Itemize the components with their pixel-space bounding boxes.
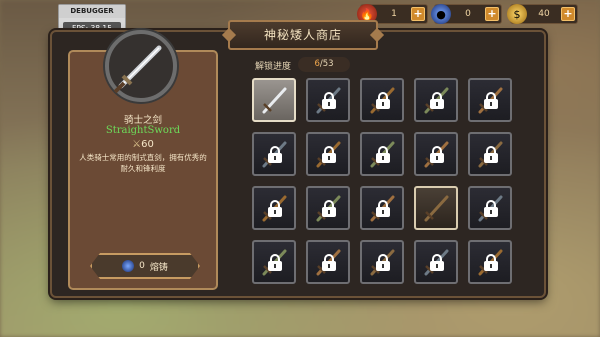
attack-value: 60: [141, 139, 154, 150]
item-name: 骑士之剑: [123, 115, 162, 126]
unlock-progress-value: 6/53: [298, 57, 350, 72]
blue-orb-icon: [122, 260, 134, 272]
lock-icon: [268, 146, 282, 163]
lock-icon: [322, 146, 336, 163]
item-attack: ⚔60: [68, 139, 218, 150]
shop-title: 神秘矮人商店: [228, 20, 378, 50]
item-english-name: StraightSword: [105, 125, 181, 136]
weapon-slot[interactable]: [306, 240, 350, 284]
weapon-slot[interactable]: [468, 132, 512, 176]
gold-coins-icon: $: [507, 4, 527, 24]
sword-icon: [113, 45, 162, 94]
lock-icon: [484, 200, 498, 217]
item-description: 人类骑士常用的制式直剑，拥有优秀的耐久和锋利度: [79, 153, 207, 173]
weapon-slot[interactable]: [306, 186, 350, 230]
weapon-slot[interactable]: [360, 240, 404, 284]
resource-value: 1: [391, 9, 397, 19]
lock-icon: [430, 146, 444, 163]
lock-icon: [322, 200, 336, 217]
add-fire-gem-button[interactable]: +: [411, 7, 425, 21]
add-blue-orb-button[interactable]: +: [485, 7, 499, 21]
lock-icon: [430, 92, 444, 109]
weapon-slot[interactable]: [252, 132, 296, 176]
weapon-slot[interactable]: [414, 186, 458, 230]
unlock-total: /53: [319, 59, 334, 69]
weapon-slot[interactable]: [414, 240, 458, 284]
lock-icon: [484, 254, 498, 271]
weapon-slot[interactable]: [468, 78, 512, 122]
lock-icon: [268, 200, 282, 217]
lock-icon: [376, 200, 390, 217]
weapon-slot[interactable]: [306, 132, 350, 176]
item-grid: [252, 78, 542, 333]
lock-icon: [376, 146, 390, 163]
weapon-slot[interactable]: [306, 78, 350, 122]
weapon-slot[interactable]: [252, 240, 296, 284]
lock-icon: [430, 254, 444, 271]
weapon-slot[interactable]: [414, 132, 458, 176]
weapon-slot[interactable]: [414, 78, 458, 122]
weapon-icon: [424, 195, 449, 222]
blue-orb-icon: ●: [431, 4, 451, 24]
attack-sword-icon: ⚔: [132, 139, 142, 150]
weapon-icon: [262, 87, 287, 114]
item-portrait: [105, 30, 177, 102]
weapon-slot[interactable]: [252, 78, 296, 122]
lock-icon: [322, 92, 336, 109]
lock-icon: [376, 92, 390, 109]
unlock-progress-label: 解锁进度: [255, 62, 292, 72]
forge-button[interactable]: 0 熔铸: [90, 253, 200, 279]
weapon-slot[interactable]: [468, 186, 512, 230]
debugger-title: DEBUGGER: [59, 5, 125, 18]
lock-icon: [484, 146, 498, 163]
lock-icon: [376, 254, 390, 271]
lock-icon: [268, 254, 282, 271]
weapon-slot[interactable]: [360, 78, 404, 122]
add-gold-button[interactable]: +: [561, 7, 575, 21]
weapon-slot[interactable]: [468, 240, 512, 284]
resource-value: 0: [465, 9, 471, 19]
resource-value: 40: [538, 9, 550, 19]
weapon-slot[interactable]: [360, 186, 404, 230]
forge-label: 熔铸: [149, 262, 168, 273]
lock-icon: [322, 254, 336, 271]
lock-icon: [484, 92, 498, 109]
weapon-slot[interactable]: [252, 186, 296, 230]
resource-blue-orb: ● 0 +: [431, 4, 502, 24]
forge-cost: 0: [139, 261, 145, 271]
weapon-slot[interactable]: [360, 132, 404, 176]
resource-gold: $ 40 +: [507, 4, 578, 24]
